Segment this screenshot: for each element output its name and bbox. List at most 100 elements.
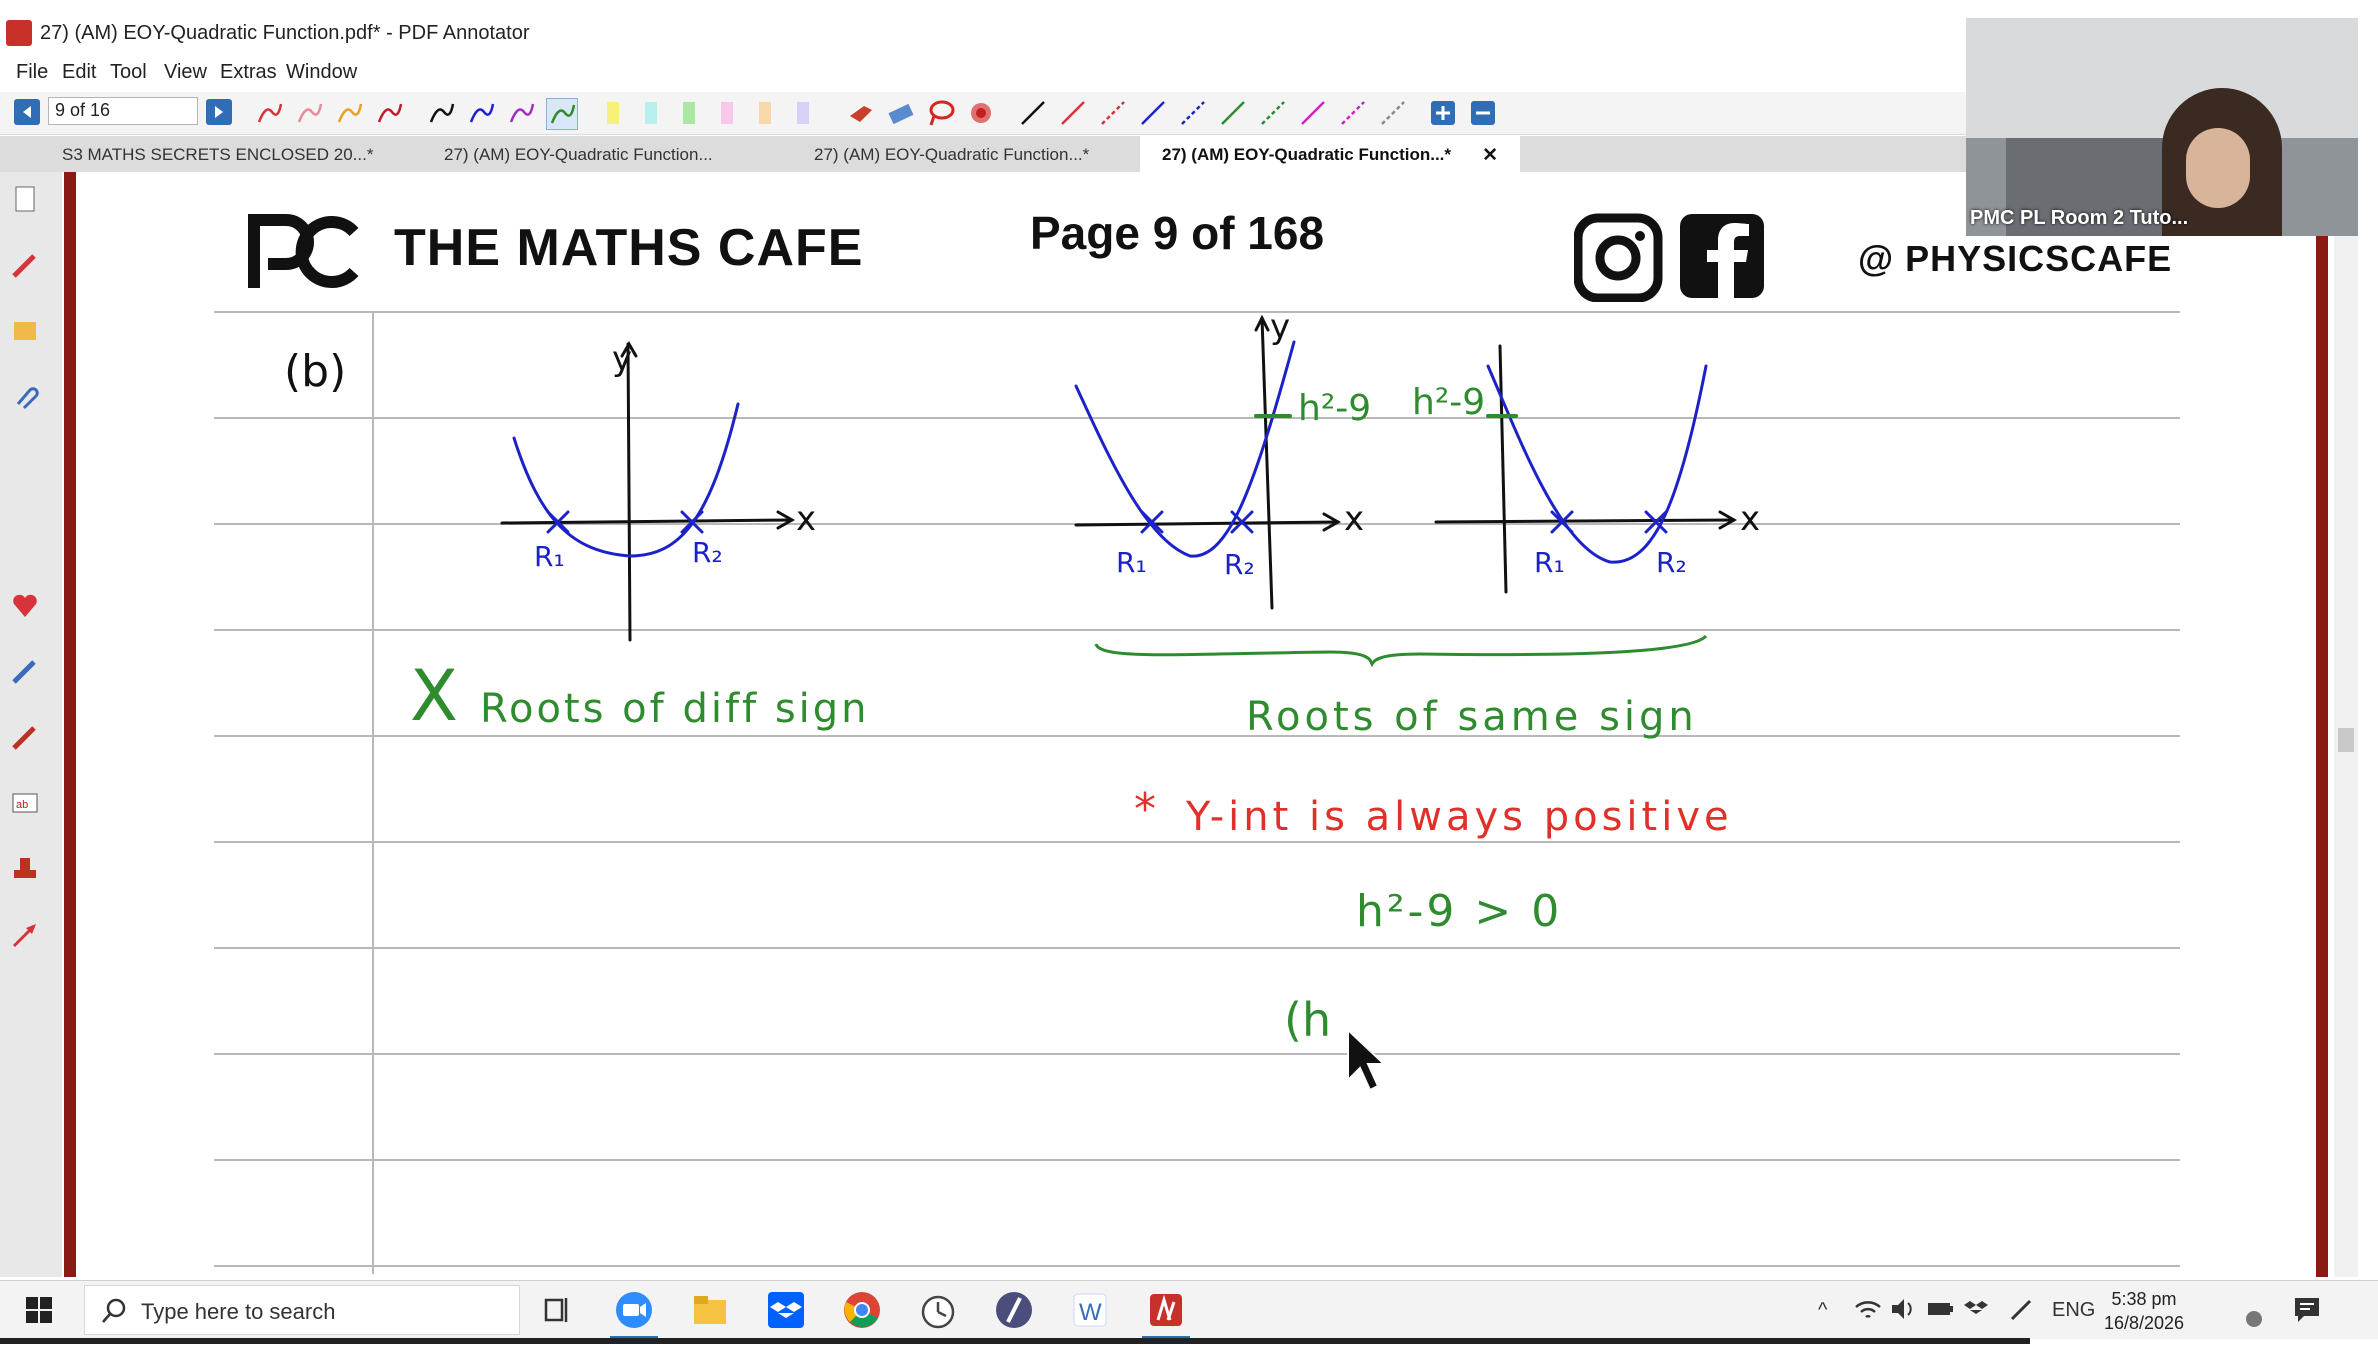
screen-edge-bar [0,1338,2030,1344]
word-icon[interactable]: W [1070,1290,1110,1330]
highlighter-yellow-icon[interactable] [598,98,628,128]
tab-label: S3 MATHS SECRETS ENCLOSED 20...* [62,145,374,164]
stamp-icon[interactable] [10,854,40,884]
pen-crimson-icon[interactable] [374,98,404,128]
lasso-icon[interactable] [926,98,956,128]
notification-dot-icon [2246,1311,2262,1327]
highlighter-green-icon[interactable] [674,98,704,128]
clock-app-icon[interactable] [918,1290,958,1330]
system-clock[interactable]: 5:38 pm 16/8/2026 [2098,1287,2190,1335]
pen-orange-icon[interactable] [334,98,364,128]
webcam-label: PMC PL Room 2 Tuto... [1970,207,2189,229]
dashed-line-gray-icon[interactable] [1378,98,1408,128]
instagram-icon [1574,213,1663,302]
battery-icon[interactable] [1926,1297,1954,1321]
chevron-up-icon[interactable]: ^ [1818,1299,1827,1322]
eraser-icon[interactable] [886,98,916,128]
dashed-line-red-icon[interactable] [1098,98,1128,128]
zoom-icon[interactable] [614,1290,654,1330]
page-frame-right [2316,172,2328,1277]
page-label: Page 9 of 168 [1030,207,1325,259]
note-icon[interactable] [10,316,40,346]
pencil-icon[interactable] [10,250,40,280]
marker-blue-icon[interactable] [10,656,40,686]
menu-window[interactable]: Window [286,61,357,84]
brand-name: THE MATHS CAFE [394,219,864,277]
zoom-in-icon[interactable] [1428,98,1458,128]
highlighter-cyan-icon[interactable] [636,98,666,128]
pen-blue-icon[interactable] [466,98,496,128]
next-page-button[interactable] [206,99,232,125]
close-tab-icon[interactable]: ✕ [1482,144,1498,167]
toolbar: 9 of 16 [0,92,1966,135]
action-center-icon[interactable] [2292,1295,2322,1325]
page-number-input[interactable]: 9 of 16 [48,97,198,125]
dropbox-tray-icon[interactable] [1962,1297,1990,1321]
wifi-icon[interactable] [1854,1297,1882,1321]
tab-quadratic-active[interactable]: 27) (AM) EOY-Quadratic Function...* ✕ [1140,136,1520,172]
menu-bar: File Edit Tool View Extras Window [0,56,1966,90]
menu-edit[interactable]: Edit [62,61,96,84]
heart-icon[interactable] [10,590,40,620]
volume-icon[interactable] [1890,1297,1918,1321]
line-magenta-icon[interactable] [1298,98,1328,128]
task-view-icon[interactable] [538,1290,578,1330]
dashed-line-blue-icon[interactable] [1178,98,1208,128]
vertical-scrollbar[interactable] [2334,172,2358,1277]
record-icon[interactable] [966,98,996,128]
search-placeholder: Type here to search [141,1299,336,1324]
clock-date: 16/8/2026 [2103,1313,2185,1333]
tab-quadratic-2[interactable]: 27) (AM) EOY-Quadratic Function...* [790,136,1150,172]
dropbox-icon[interactable] [766,1290,806,1330]
text-box-icon[interactable]: ab [10,788,40,818]
taskbar-search[interactable]: Type here to search [84,1285,520,1335]
arrow-tool-icon[interactable] [10,920,40,950]
marker-red-icon[interactable] [10,722,40,752]
highlighter-lavender-icon[interactable] [788,98,818,128]
line-green-icon[interactable] [1218,98,1248,128]
pen-tray-icon[interactable] [2008,1297,2036,1321]
previous-page-button[interactable] [14,99,40,125]
whiteboard-background [1966,18,2358,138]
tab-s3-maths-secrets[interactable]: S3 MATHS SECRETS ENCLOSED 20...* [40,136,410,172]
dashed-line-green-icon[interactable] [1258,98,1288,128]
menu-extras[interactable]: Extras [220,61,277,84]
svg-text:ab: ab [16,799,28,811]
social-icons [1574,213,1764,302]
highlighter-pink-icon[interactable] [712,98,742,128]
webcam-video[interactable]: PMC PL Room 2 Tuto... [1966,18,2358,236]
zoom-out-icon[interactable] [1468,98,1498,128]
file-explorer-icon[interactable] [690,1290,730,1330]
windows-start-icon[interactable] [26,1297,54,1325]
page-frame-left [64,172,76,1277]
pointing-hand-icon[interactable] [846,98,876,128]
pdf-page-viewport[interactable] [62,172,2340,1277]
chrome-icon[interactable] [842,1290,882,1330]
pen-pink-icon[interactable] [294,98,324,128]
scrollbar-thumb[interactable] [2338,728,2354,752]
blank-page-icon[interactable] [10,184,40,214]
pdf-annotator-icon[interactable] [1146,1290,1186,1330]
menu-file[interactable]: File [16,61,48,84]
pen-green-icon[interactable] [546,98,578,130]
pen-purple-icon[interactable] [506,98,536,128]
line-blue-icon[interactable] [1138,98,1168,128]
arrow-left-icon [23,106,31,118]
pen-red-icon[interactable] [254,98,284,128]
quill-icon[interactable] [994,1290,1034,1330]
language-indicator[interactable]: ENG [2052,1299,2095,1322]
highlighter-orange-icon[interactable] [750,98,780,128]
dashed-line-magenta-icon[interactable] [1338,98,1368,128]
menu-view[interactable]: View [164,61,207,84]
facebook-icon [1680,214,1764,298]
paperclip-icon[interactable] [10,382,40,412]
line-red-icon[interactable] [1058,98,1088,128]
tab-label: 27) (AM) EOY-Quadratic Function...* [814,145,1090,164]
line-black-icon[interactable] [1018,98,1048,128]
person-face [2186,128,2250,208]
tab-quadratic-1[interactable]: 27) (AM) EOY-Quadratic Function... [420,136,780,172]
pen-black-icon[interactable] [426,98,456,128]
social-handle: @ PHYSICSCAFE [1858,238,2173,279]
menu-tool[interactable]: Tool [110,61,147,84]
clock-time: 5:38 pm [2111,1289,2177,1309]
